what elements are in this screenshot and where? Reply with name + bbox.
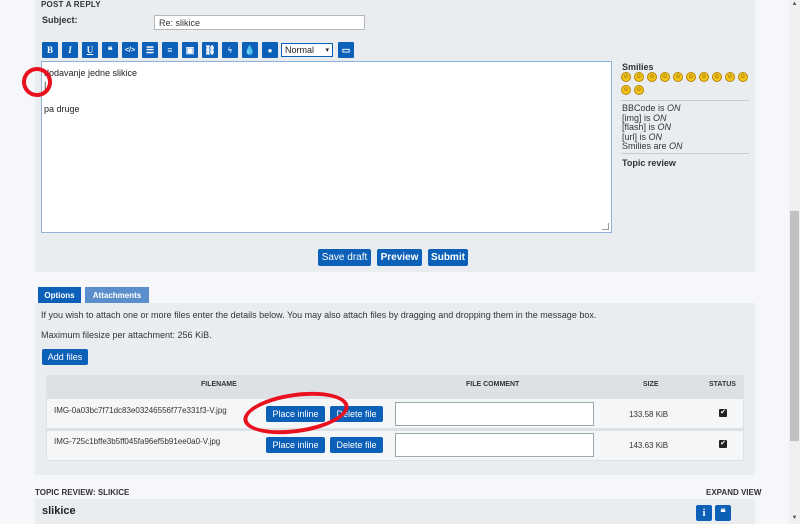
numbered-list-button[interactable]: ≡ <box>162 42 178 58</box>
max-filesize-text: Maximum filesize per attachment: 256 KiB… <box>41 330 212 340</box>
subject-label: Subject: <box>42 15 78 25</box>
column-status: STATUS <box>709 381 736 388</box>
underline-button[interactable]: U <box>82 42 98 58</box>
chevron-down-icon: ▾ <box>325 47 329 54</box>
delete-file-button[interactable]: Delete file <box>330 437 383 453</box>
preview-button[interactable]: Preview <box>377 249 422 266</box>
font-size-value: Normal <box>285 45 315 55</box>
quote-button[interactable]: ❝ <box>102 42 118 58</box>
topic-review-link[interactable]: Topic review <box>622 158 676 168</box>
flash-state: ON <box>657 122 672 132</box>
column-filename: FILENAME <box>201 381 237 388</box>
info-icon[interactable]: i <box>696 505 712 521</box>
smiley-icon[interactable]: ☺ <box>712 72 722 82</box>
attachment-size: 133.58 KiB <box>629 410 669 419</box>
fullscreen-button[interactable]: ▭ <box>338 42 354 58</box>
attachments-intro: If you wish to attach one or more files … <box>41 310 597 320</box>
image-button[interactable]: ▣ <box>182 42 198 58</box>
color-button[interactable]: 💧 <box>242 42 258 58</box>
smiley-icon[interactable]: ☺ <box>686 72 696 82</box>
smiley-icon[interactable]: ☺ <box>738 72 748 82</box>
quote-icon[interactable]: ❝ <box>715 505 731 521</box>
smiley-icon[interactable]: ☺ <box>634 72 644 82</box>
font-size-select[interactable]: Normal ▾ <box>281 43 333 57</box>
attachment-filename: IMG-725c1bffe3b5ff045fa96ef5b91ee0a0-V.j… <box>54 437 221 446</box>
bold-button[interactable]: B <box>42 42 58 58</box>
smiley-icon[interactable]: ☺ <box>647 72 657 82</box>
status-checkbox[interactable]: ✔ <box>719 440 727 448</box>
subject-input[interactable] <box>154 15 365 30</box>
bbcode-label: BBCode is <box>622 103 668 113</box>
flash-label: [flash] is <box>622 122 658 132</box>
smilies-state: ON <box>669 141 683 151</box>
url-state: ON <box>648 131 663 142</box>
smiley-icon[interactable]: ☺ <box>621 85 631 95</box>
smiley-icon[interactable]: ☺ <box>634 85 644 95</box>
expand-view-link[interactable]: EXPAND VIEW <box>706 488 761 497</box>
message-line-blank <box>44 91 609 103</box>
list-button[interactable]: ☰ <box>142 42 158 58</box>
tab-options[interactable]: Options <box>38 287 81 304</box>
smiley-icon[interactable]: ☺ <box>621 72 631 82</box>
scrollbar-thumb[interactable] <box>790 211 799 441</box>
scroll-down-icon[interactable]: ▼ <box>790 514 799 523</box>
text-cursor: | <box>44 80 47 90</box>
save-draft-button[interactable]: Save draft <box>318 249 371 266</box>
smiley-icon[interactable]: ☺ <box>699 72 709 82</box>
message-line-2: pa druge <box>44 104 80 114</box>
italic-button[interactable]: I <box>62 42 78 58</box>
attachment-filename: IMG-0a03bc7f71dc83e03246556f77e331f3-V.j… <box>54 406 227 415</box>
review-post-title: slikice <box>42 505 76 517</box>
smiley-icon[interactable]: ☺ <box>725 72 735 82</box>
submit-button[interactable]: Submit <box>428 249 468 266</box>
file-comment-input[interactable] <box>395 433 594 457</box>
file-comment-input[interactable] <box>395 402 594 426</box>
place-inline-button[interactable]: Place inline <box>266 437 325 453</box>
img-label: [img] is <box>622 112 654 123</box>
drop-icon[interactable]: ● <box>262 42 278 58</box>
smilies-title: Smilies <box>622 62 654 72</box>
smilies-status-label: Smilies are <box>622 141 670 151</box>
topic-review-header: TOPIC REVIEW: SLIKICE <box>35 488 130 497</box>
column-comment: FILE COMMENT <box>466 381 520 388</box>
bbcode-state: ON <box>667 103 681 113</box>
code-button[interactable]: </> <box>122 42 138 58</box>
tab-attachments[interactable]: Attachments <box>85 287 149 304</box>
message-line-1: dodavanje jedne slikice <box>44 68 138 78</box>
flash-button[interactable]: ϟ <box>222 42 238 58</box>
review-panel <box>35 499 755 524</box>
status-checkbox[interactable]: ✔ <box>719 409 727 417</box>
add-files-button[interactable]: Add files <box>42 349 88 365</box>
attachment-size: 143.63 KiB <box>629 441 669 450</box>
url-label: [url] is <box>622 131 649 142</box>
sidebar-divider <box>621 153 749 154</box>
img-state: ON <box>653 112 667 123</box>
smiley-icon[interactable]: ☺ <box>673 72 683 82</box>
resize-handle[interactable] <box>602 223 609 230</box>
section-title: POST A REPLY <box>41 0 101 9</box>
sidebar-divider <box>621 100 749 101</box>
smilies-list: ☺ ☺ ☺ ☺ ☺ ☺ ☺ ☺ ☺ ☺ ☺ ☺ <box>621 72 751 95</box>
bbcode-status: BBCode is ON [img] is ON [flash] is ON [… <box>622 103 683 152</box>
smiley-icon[interactable]: ☺ <box>660 72 670 82</box>
message-textarea[interactable]: dodavanje jedne slikice | pa druge <box>41 61 612 233</box>
scroll-up-icon[interactable]: ▲ <box>790 0 799 9</box>
column-size: SIZE <box>643 381 659 388</box>
link-button[interactable]: ⛓ <box>202 42 218 58</box>
